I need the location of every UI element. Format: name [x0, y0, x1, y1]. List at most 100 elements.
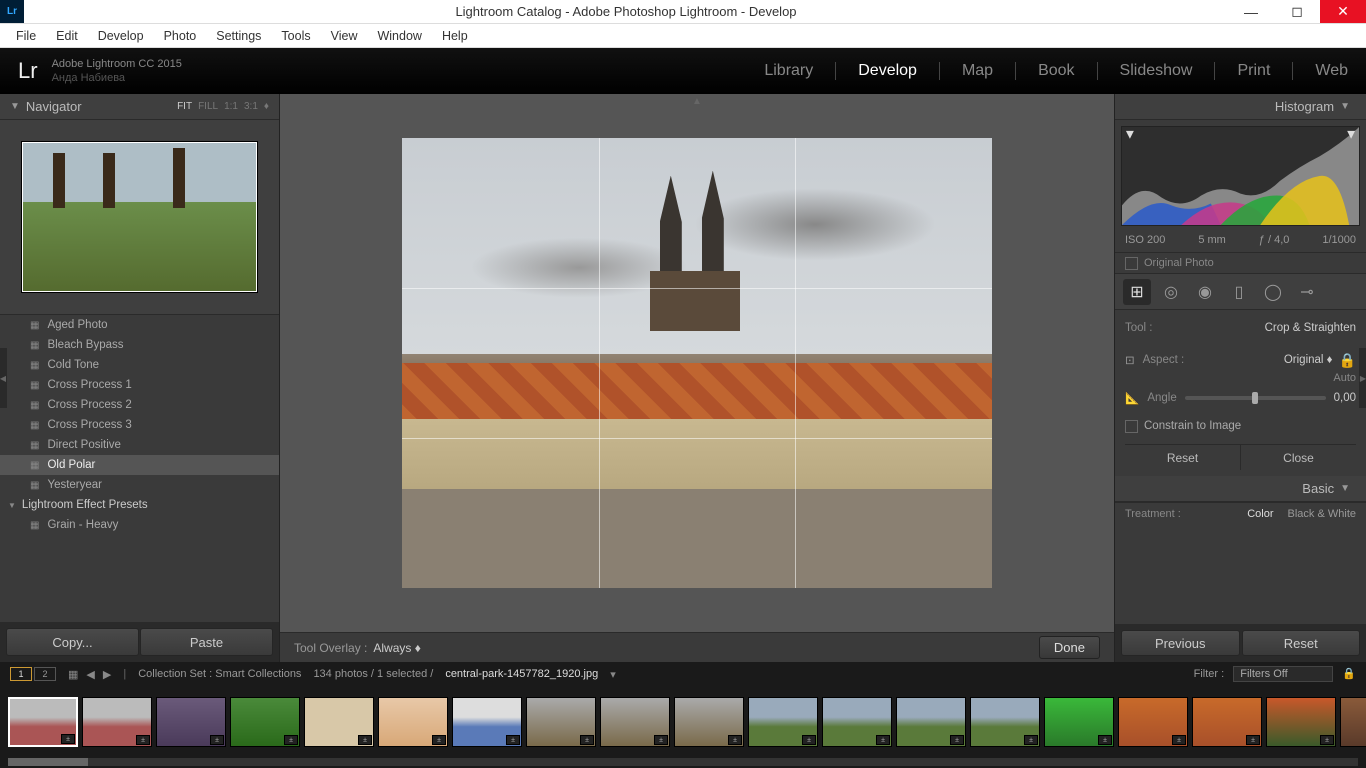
- tool-overlay-dropdown[interactable]: Always ♦: [373, 641, 420, 655]
- menu-tools[interactable]: Tools: [271, 24, 320, 48]
- crop-overlay[interactable]: [402, 138, 992, 588]
- filmstrip-thumb[interactable]: ±: [600, 697, 670, 747]
- lock-icon[interactable]: 🔒: [1339, 352, 1356, 369]
- zoom-fill[interactable]: FILL: [198, 101, 218, 112]
- module-print[interactable]: Print: [1237, 62, 1270, 80]
- filmstrip-thumb[interactable]: ±: [1192, 697, 1262, 747]
- radial-filter-icon[interactable]: ◯: [1259, 279, 1287, 305]
- filmstrip-thumb[interactable]: ±: [304, 697, 374, 747]
- crop-tool-icon[interactable]: ⊞: [1123, 279, 1151, 305]
- photo-preview[interactable]: [402, 138, 992, 588]
- canvas-area[interactable]: [280, 94, 1114, 632]
- preset-item-selected[interactable]: Old Polar: [0, 455, 279, 475]
- tool-close-button[interactable]: Close: [1240, 445, 1356, 470]
- collection-path[interactable]: Collection Set : Smart Collections: [138, 668, 301, 680]
- auto-button[interactable]: Auto: [1125, 372, 1356, 384]
- crop-handle-tl[interactable]: [402, 138, 413, 149]
- filmstrip-thumb[interactable]: ±: [1044, 697, 1114, 747]
- preset-item[interactable]: Direct Positive: [0, 435, 279, 455]
- angle-value[interactable]: 0,00: [1334, 392, 1356, 404]
- crop-handle-bl[interactable]: [402, 577, 413, 588]
- zoom-1-1[interactable]: 1:1: [224, 101, 238, 112]
- display-1[interactable]: 1: [10, 667, 32, 681]
- filmstrip-thumb[interactable]: ±: [230, 697, 300, 747]
- filmstrip-thumb[interactable]: ±: [674, 697, 744, 747]
- zoom-more-icon[interactable]: ♦: [264, 101, 269, 112]
- display-2[interactable]: 2: [34, 667, 56, 681]
- reset-button[interactable]: Reset: [1242, 630, 1361, 656]
- aspect-dropdown[interactable]: Original ♦: [1284, 354, 1333, 366]
- previous-button[interactable]: Previous: [1121, 630, 1240, 656]
- zoom-3-1[interactable]: 3:1: [244, 101, 258, 112]
- copy-button[interactable]: Copy...: [6, 628, 139, 656]
- minimize-button[interactable]: —: [1228, 0, 1274, 23]
- preset-item[interactable]: Cross Process 1: [0, 375, 279, 395]
- module-map[interactable]: Map: [962, 62, 993, 80]
- menu-file[interactable]: File: [6, 24, 46, 48]
- module-book[interactable]: Book: [1038, 62, 1074, 80]
- zoom-fit[interactable]: FIT: [177, 101, 192, 112]
- constrain-checkbox[interactable]: Constrain to Image: [1125, 414, 1356, 438]
- module-slideshow[interactable]: Slideshow: [1120, 62, 1193, 80]
- filmstrip-thumb[interactable]: ±: [452, 697, 522, 747]
- spot-removal-icon[interactable]: ◎: [1157, 279, 1185, 305]
- preset-item[interactable]: Aged Photo: [0, 315, 279, 335]
- filmstrip-thumb[interactable]: ±: [82, 697, 152, 747]
- histogram-header[interactable]: Histogram ▼: [1115, 94, 1366, 120]
- graduated-filter-icon[interactable]: ▯: [1225, 279, 1253, 305]
- histogram-display[interactable]: [1121, 126, 1360, 226]
- treatment-color[interactable]: Color: [1247, 508, 1273, 520]
- navigator-header[interactable]: ▼ Navigator FIT FILL 1:1 3:1 ♦: [0, 94, 279, 120]
- filter-lock-icon[interactable]: 🔒: [1342, 668, 1356, 680]
- filmstrip[interactable]: ± ± ± ± ± ± ± ± ± ± ± ± ± ± ± ± ± ±: [0, 686, 1366, 758]
- close-button[interactable]: ✕: [1320, 0, 1366, 23]
- preset-group[interactable]: Lightroom Effect Presets: [0, 495, 279, 515]
- done-button[interactable]: Done: [1039, 636, 1100, 659]
- treatment-bw[interactable]: Black & White: [1288, 508, 1356, 520]
- preset-item[interactable]: Bleach Bypass: [0, 335, 279, 355]
- filter-dropdown[interactable]: [1233, 666, 1333, 682]
- menu-view[interactable]: View: [321, 24, 368, 48]
- tool-reset-button[interactable]: Reset: [1125, 445, 1240, 470]
- crop-handle-br[interactable]: [981, 577, 992, 588]
- filmstrip-thumb[interactable]: ±: [1266, 697, 1336, 747]
- basic-panel-header[interactable]: Basic ▼: [1115, 476, 1366, 502]
- preset-item[interactable]: Cold Tone: [0, 355, 279, 375]
- adjustment-brush-icon[interactable]: ⊸: [1293, 279, 1321, 305]
- filmstrip-thumb[interactable]: ±: [378, 697, 448, 747]
- menu-window[interactable]: Window: [367, 24, 431, 48]
- module-library[interactable]: Library: [764, 62, 813, 80]
- filmstrip-thumb[interactable]: ±: [970, 697, 1040, 747]
- nav-back-icon[interactable]: ◀: [86, 668, 94, 681]
- original-photo-checkbox[interactable]: Original Photo: [1115, 252, 1366, 274]
- identity-plate[interactable]: Adobe Lightroom CC 2015 Анда Набиева: [52, 57, 182, 86]
- current-filename[interactable]: central-park-1457782_1920.jpg: [445, 668, 598, 680]
- crop-handle-tr[interactable]: [981, 138, 992, 149]
- angle-icon[interactable]: 📐: [1125, 391, 1139, 405]
- filmstrip-thumb[interactable]: [1340, 697, 1366, 747]
- redeye-tool-icon[interactable]: ◉: [1191, 279, 1219, 305]
- filmstrip-thumb[interactable]: ±: [748, 697, 818, 747]
- left-panel-collapse-icon[interactable]: ◀: [0, 348, 7, 408]
- module-develop[interactable]: Develop: [858, 62, 917, 80]
- filmstrip-thumb[interactable]: ±: [896, 697, 966, 747]
- filmstrip-thumb[interactable]: ±: [8, 697, 78, 747]
- menu-photo[interactable]: Photo: [154, 24, 207, 48]
- filmstrip-thumb[interactable]: ±: [156, 697, 226, 747]
- filmstrip-thumb[interactable]: ±: [1118, 697, 1188, 747]
- preset-item[interactable]: Cross Process 2: [0, 395, 279, 415]
- menu-settings[interactable]: Settings: [206, 24, 271, 48]
- menu-edit[interactable]: Edit: [46, 24, 88, 48]
- maximize-button[interactable]: ◻: [1274, 0, 1320, 23]
- menu-develop[interactable]: Develop: [88, 24, 154, 48]
- nav-forward-icon[interactable]: ▶: [103, 668, 111, 681]
- angle-slider[interactable]: [1185, 396, 1326, 400]
- navigator-preview[interactable]: [0, 120, 279, 314]
- preset-item[interactable]: Grain - Heavy: [0, 515, 279, 535]
- module-web[interactable]: Web: [1315, 62, 1348, 80]
- preset-item[interactable]: Cross Process 3: [0, 415, 279, 435]
- scrollbar-thumb[interactable]: [8, 758, 88, 766]
- filmstrip-scrollbar[interactable]: [0, 758, 1366, 768]
- menu-help[interactable]: Help: [432, 24, 478, 48]
- filmstrip-thumb[interactable]: ±: [822, 697, 892, 747]
